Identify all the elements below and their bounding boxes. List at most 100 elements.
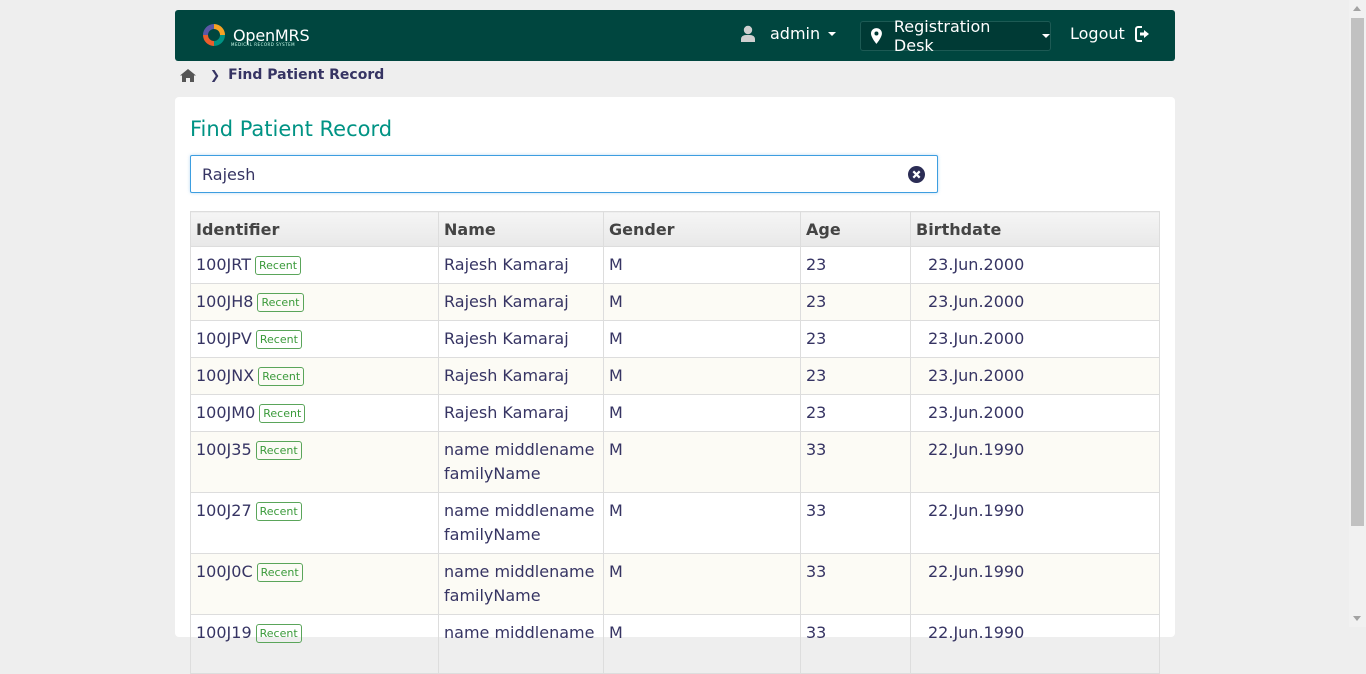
- patient-identifier: 100J19: [196, 623, 252, 642]
- map-marker-icon: [871, 28, 882, 44]
- column-header-name[interactable]: Name: [438, 211, 604, 247]
- chevron-down-icon: [828, 31, 837, 36]
- location-dropdown[interactable]: Registration Desk: [860, 17, 1051, 55]
- scroll-down-arrow-icon[interactable]: [1353, 616, 1361, 621]
- patient-age: 23: [800, 246, 911, 284]
- chevron-right-icon: ❯: [210, 68, 221, 82]
- breadcrumb-current: Find Patient Record: [228, 67, 385, 83]
- patient-age: 23: [800, 357, 911, 395]
- recent-badge: Recent: [255, 330, 302, 349]
- recent-badge: Recent: [255, 441, 302, 460]
- table-row[interactable]: 100JNX Recent Rajesh Kamaraj M 23 23.Jun.…: [190, 357, 1160, 395]
- column-header-identifier[interactable]: Identifier: [190, 211, 439, 247]
- patient-gender: M: [603, 357, 801, 395]
- user-menu[interactable]: admin: [741, 24, 837, 43]
- scroll-up-arrow-icon[interactable]: [1353, 6, 1361, 11]
- table-row[interactable]: 100JRT Recent Rajesh Kamaraj M 23 23.Jun.…: [190, 246, 1160, 284]
- patient-age: 33: [800, 431, 911, 493]
- identifier-cell: 100JH8 Recent: [190, 283, 439, 321]
- patient-identifier: 100JRT: [196, 255, 251, 274]
- sign-out-icon: [1134, 25, 1149, 42]
- patient-birthdate: 23.Jun.2000: [910, 320, 1160, 358]
- patient-gender: M: [603, 320, 801, 358]
- patient-identifier: 100J0C: [196, 562, 253, 581]
- patient-name: Rajesh Kamaraj: [438, 283, 604, 321]
- table-row[interactable]: 100JM0 Recent Rajesh Kamaraj M 23 23.Jun.…: [190, 394, 1160, 432]
- column-header-birthdate[interactable]: Birthdate: [910, 211, 1160, 247]
- recent-badge: Recent: [258, 367, 305, 386]
- column-header-age[interactable]: Age: [800, 211, 911, 247]
- table-row[interactable]: 100J19 Recent name middlename M 33 22.Jun…: [190, 614, 1160, 674]
- patient-name: Rajesh Kamaraj: [438, 246, 604, 284]
- patient-name: name middlename: [438, 614, 604, 674]
- patient-identifier: 100JM0: [196, 403, 256, 422]
- table-row[interactable]: 100J35 Recent name middlename familyName …: [190, 431, 1160, 493]
- patient-birthdate: 23.Jun.2000: [910, 394, 1160, 432]
- main-panel: Find Patient Record Identifier Name Gend…: [175, 97, 1175, 674]
- recent-badge: Recent: [259, 404, 306, 423]
- patient-results-table: Identifier Name Gender Age Birthdate 100…: [190, 211, 1160, 674]
- patient-age: 33: [800, 614, 911, 674]
- logo-subtitle: MEDICAL RECORD SYSTEM: [231, 42, 296, 47]
- user-name: admin: [770, 24, 821, 43]
- patient-gender: M: [603, 283, 801, 321]
- patient-search-input[interactable]: [191, 156, 902, 192]
- patient-gender: M: [603, 492, 801, 554]
- patient-birthdate: 22.Jun.1990: [910, 553, 1160, 615]
- patient-identifier: 100JPV: [196, 329, 252, 348]
- chevron-down-icon: [1042, 34, 1050, 38]
- location-name: Registration Desk: [893, 17, 991, 55]
- patient-birthdate: 22.Jun.1990: [910, 614, 1160, 674]
- recent-badge: Recent: [255, 502, 302, 521]
- identifier-cell: 100J19 Recent: [190, 614, 439, 674]
- patient-identifier: 100J35: [196, 440, 252, 459]
- table-row[interactable]: 100JH8 Recent Rajesh Kamaraj M 23 23.Jun.…: [190, 283, 1160, 321]
- user-icon: [741, 25, 755, 42]
- identifier-cell: 100JPV Recent: [190, 320, 439, 358]
- logout-label: Logout: [1070, 24, 1125, 43]
- patient-gender: M: [603, 614, 801, 674]
- patient-name: name middlename familyName: [438, 553, 604, 615]
- identifier-cell: 100J35 Recent: [190, 431, 439, 493]
- patient-age: 33: [800, 492, 911, 554]
- openmrs-logo[interactable]: OpenMRS MEDICAL RECORD SYSTEM: [201, 22, 310, 48]
- identifier-cell: 100J0C Recent: [190, 553, 439, 615]
- table-row[interactable]: 100JPV Recent Rajesh Kamaraj M 23 23.Jun.…: [190, 320, 1160, 358]
- recent-badge: Recent: [257, 293, 304, 312]
- patient-name: Rajesh Kamaraj: [438, 357, 604, 395]
- page-scrollbar[interactable]: [1349, 0, 1366, 627]
- patient-birthdate: 23.Jun.2000: [910, 283, 1160, 321]
- patient-name: name middlename familyName: [438, 431, 604, 493]
- logout-link[interactable]: Logout: [1070, 24, 1153, 43]
- page-title: Find Patient Record: [190, 117, 393, 141]
- patient-age: 33: [800, 553, 911, 615]
- patient-name: Rajesh Kamaraj: [438, 394, 604, 432]
- scrollbar-thumb[interactable]: [1351, 18, 1364, 526]
- patient-birthdate: 23.Jun.2000: [910, 357, 1160, 395]
- identifier-cell: 100JRT Recent: [190, 246, 439, 284]
- patient-birthdate: 22.Jun.1990: [910, 431, 1160, 493]
- patient-identifier: 100JNX: [196, 366, 255, 385]
- table-header-row: Identifier Name Gender Age Birthdate: [190, 211, 1160, 247]
- patient-identifier: 100J27: [196, 501, 252, 520]
- patient-gender: M: [603, 394, 801, 432]
- table-row[interactable]: 100J0C Recent name middlename familyName …: [190, 553, 1160, 615]
- home-icon[interactable]: [180, 68, 196, 82]
- patient-name: name middlename familyName: [438, 492, 604, 554]
- openmrs-logo-icon: [203, 24, 225, 46]
- identifier-cell: 100JM0 Recent: [190, 394, 439, 432]
- patient-age: 23: [800, 283, 911, 321]
- patient-birthdate: 22.Jun.1990: [910, 492, 1160, 554]
- recent-badge: Recent: [254, 256, 302, 275]
- patient-age: 23: [800, 320, 911, 358]
- patient-gender: M: [603, 431, 801, 493]
- search-field: [190, 155, 938, 193]
- patient-name: Rajesh Kamaraj: [438, 320, 604, 358]
- patient-gender: M: [603, 246, 801, 284]
- patient-gender: M: [603, 553, 801, 615]
- column-header-gender[interactable]: Gender: [603, 211, 801, 247]
- patient-birthdate: 23.Jun.2000: [910, 246, 1160, 284]
- clear-search-icon[interactable]: [908, 166, 925, 183]
- table-row[interactable]: 100J27 Recent name middlename familyName …: [190, 492, 1160, 554]
- app-header: OpenMRS MEDICAL RECORD SYSTEM admin Regi…: [175, 10, 1175, 61]
